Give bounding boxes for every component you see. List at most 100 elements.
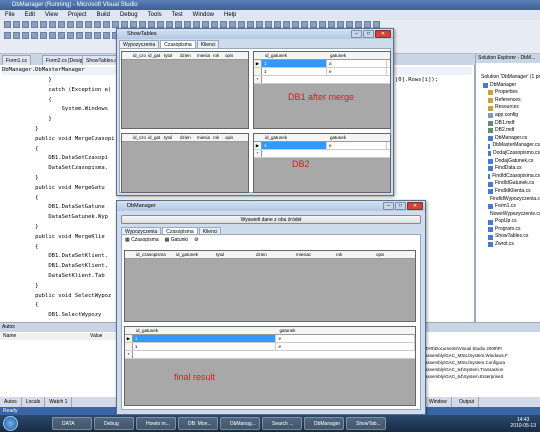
sol-item[interactable]: FindIdCzasopisma.cs [476, 173, 540, 181]
toolbar-icon[interactable] [166, 21, 173, 28]
tab-autos[interactable]: Autos [0, 397, 22, 407]
sol-item[interactable]: PopUp.cs [476, 218, 540, 226]
grid-czasopisma-final[interactable]: id_czasopisma id_gatunek tytul dzien miesiac… [124, 250, 416, 322]
sol-item[interactable]: NoweWypozyczenie.cs [476, 211, 540, 219]
close-button[interactable]: ✕ [375, 30, 391, 38]
sol-item[interactable]: Form1.cs [476, 203, 540, 211]
minimize-button[interactable]: – [351, 30, 362, 38]
toolbar-icon[interactable] [40, 32, 47, 39]
toolbar-icon[interactable] [373, 21, 380, 28]
settings-icon[interactable]: ⚙ [194, 235, 198, 245]
toolbar-icon[interactable] [76, 21, 83, 28]
column-header[interactable]: tytul [161, 52, 177, 59]
column-header[interactable]: gatunek [276, 327, 415, 334]
row-header[interactable]: ▶ [254, 142, 262, 149]
sol-item[interactable]: DB1.mdf [476, 120, 540, 128]
toolbar-icon[interactable] [4, 32, 11, 39]
sol-item[interactable]: DodajGatunek.cs [476, 158, 540, 166]
column-header[interactable]: dzien [177, 134, 194, 141]
toolbar-icon[interactable] [364, 21, 371, 28]
column-header[interactable]: dzien [177, 52, 194, 59]
toolbar-icon[interactable] [40, 21, 47, 28]
toolbar-icon[interactable] [229, 21, 236, 28]
tab-output[interactable]: Output [455, 397, 480, 407]
subtab-czasopisma[interactable]: ▦ Czasopisma [125, 235, 159, 245]
column-header[interactable]: rok [333, 251, 373, 258]
grid-czasopisma-db1[interactable]: id_czo id_gat tytul dzien miesia rok opis [121, 51, 249, 129]
toolbar-icon[interactable] [247, 21, 254, 28]
toolbar-icon[interactable] [139, 21, 146, 28]
row-header[interactable]: * [125, 351, 133, 358]
toolbar-icon[interactable] [121, 21, 128, 28]
menu-item-build[interactable]: Build [92, 10, 115, 20]
grid-gatunki-db1[interactable]: id_gatunek gatunek ▶ 1 a 1 e * [253, 51, 391, 129]
table-cell[interactable]: 1 [262, 60, 327, 67]
taskbar-button[interactable]: DbManag... [220, 417, 260, 430]
menu-item-debug[interactable]: Debug [115, 10, 143, 20]
sol-item[interactable]: Solution 'DbManager' (1 project) [476, 74, 540, 82]
column-header[interactable]: opis [222, 134, 234, 141]
table-cell[interactable]: a [327, 60, 387, 67]
toolbar-icon[interactable] [319, 21, 326, 28]
toolbar-icon[interactable] [49, 32, 56, 39]
toolbar-icon[interactable] [103, 32, 110, 39]
toolbar-icon[interactable] [94, 32, 101, 39]
toolbar-icon[interactable] [4, 21, 11, 28]
showtables-tab-czasopisma[interactable]: Czasopisma [160, 40, 196, 48]
taskbar-button[interactable]: ShowTab... [346, 417, 386, 430]
toolbar-icon[interactable] [211, 21, 218, 28]
column-header[interactable]: id_czo [130, 52, 146, 59]
show-both-sources-button[interactable]: Wyswietl dane z obu źródeł [121, 215, 421, 224]
row-header[interactable]: ▶ [254, 60, 262, 67]
toolbar-icon[interactable] [67, 21, 74, 28]
menu-item-tools[interactable]: Tools [143, 10, 167, 20]
column-header[interactable]: id_gatunek [262, 134, 327, 141]
showtables-tab-klienci[interactable]: Klienci [196, 40, 220, 48]
table-cell[interactable]: e [276, 335, 415, 342]
toolbar-icon[interactable] [238, 21, 245, 28]
toolbar-icon[interactable] [346, 21, 353, 28]
menu-item-help[interactable]: Help [219, 10, 241, 20]
toolbar-icon[interactable] [175, 21, 182, 28]
toolbar-icon[interactable] [22, 32, 29, 39]
toolbar-icon[interactable] [292, 21, 299, 28]
toolbar-icon[interactable] [67, 32, 74, 39]
column-header[interactable]: gatunek [327, 52, 387, 59]
table-row[interactable]: ▶ 1 e [125, 335, 415, 343]
sol-item[interactable]: References [476, 97, 540, 105]
toolbar-icon[interactable] [13, 21, 20, 28]
sol-item[interactable]: DbManager.cs [476, 135, 540, 143]
sol-item[interactable]: app.config [476, 112, 540, 120]
sol-item[interactable]: FindIdGatunek.cs [476, 180, 540, 188]
toolbar-icon[interactable] [355, 21, 362, 28]
menu-item-window[interactable]: Window [188, 10, 219, 20]
row-header[interactable] [254, 68, 262, 75]
sol-item[interactable]: Properties [476, 89, 540, 97]
column-header[interactable]: tytul [213, 251, 253, 258]
menu-item-file[interactable]: File [0, 10, 20, 20]
table-cell[interactable]: 1 [262, 68, 327, 75]
maximize-button[interactable]: □ [395, 202, 406, 210]
toolbar-icon[interactable] [256, 21, 263, 28]
minimize-button[interactable]: – [383, 202, 394, 210]
column-header[interactable]: id_gatunek [262, 52, 327, 59]
toolbar-icon[interactable] [22, 21, 29, 28]
close-button[interactable]: ✕ [407, 202, 423, 210]
sol-item[interactable]: ShowTables.cs [476, 233, 540, 241]
toolbar-icon[interactable] [157, 21, 164, 28]
table-row[interactable]: ▶ 1 a [254, 60, 390, 68]
sol-item[interactable]: DbMasterManager.cs [476, 142, 540, 150]
toolbar-icon[interactable] [337, 21, 344, 28]
sol-item[interactable]: DodajCzasopismo.cs [476, 150, 540, 158]
taskbar-button[interactable]: Howto m... [136, 417, 176, 430]
sol-item[interactable]: Zwrot.cs [476, 241, 540, 249]
maximize-button[interactable]: □ [363, 30, 374, 38]
toolbar-icon[interactable] [265, 21, 272, 28]
row-header[interactable]: * [254, 150, 262, 157]
column-header[interactable]: opis [222, 52, 234, 59]
taskbar-button[interactable]: Debug [94, 417, 134, 430]
column-header[interactable]: id_czasopisma [133, 251, 173, 258]
table-cell[interactable]: e [276, 343, 415, 350]
toolbar-icon[interactable] [184, 21, 191, 28]
row-header[interactable]: * [254, 76, 262, 83]
